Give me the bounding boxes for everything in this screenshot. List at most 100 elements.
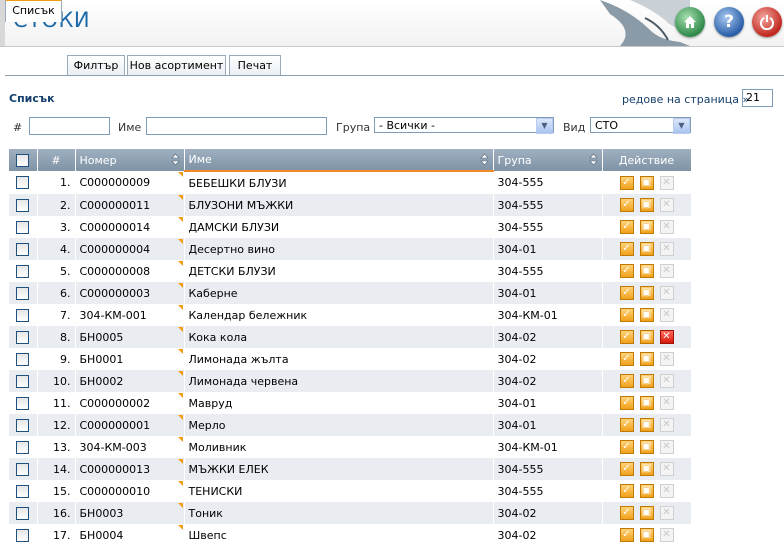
row-checkbox[interactable]	[16, 484, 30, 498]
tab-print[interactable]: Печат	[229, 55, 281, 76]
sort-icon[interactable]	[479, 153, 489, 166]
filter-name-input[interactable]	[146, 117, 327, 135]
edit-icon[interactable]: ✓	[619, 484, 634, 498]
row-code[interactable]: БН0003	[75, 502, 185, 524]
home-button[interactable]	[675, 7, 705, 37]
table-row[interactable]: 17. БН0004 Швепс 304-02 ✓ ▣ ✕	[9, 524, 692, 546]
edit-icon[interactable]: ✓	[619, 440, 634, 454]
row-name[interactable]: МЪЖКИ ЕЛЕК	[184, 458, 494, 480]
row-code[interactable]: БН0002	[75, 370, 185, 392]
row-name[interactable]: Мавруд	[184, 392, 494, 414]
row-checkbox[interactable]	[16, 440, 30, 454]
row-checkbox[interactable]	[16, 330, 30, 344]
row-name[interactable]: Кока кола	[184, 326, 494, 348]
copy-icon[interactable]: ▣	[639, 484, 654, 498]
row-checkbox[interactable]	[16, 374, 30, 388]
row-name[interactable]: Швепс	[184, 524, 494, 546]
copy-icon[interactable]: ▣	[639, 506, 654, 520]
table-row[interactable]: 15. C000000010 ТЕНИСКИ 304-555 ✓ ▣ ✕	[9, 480, 692, 502]
edit-icon[interactable]: ✓	[619, 220, 634, 234]
row-name[interactable]: БЕБЕШКИ БЛУЗИ	[184, 171, 494, 194]
row-checkbox[interactable]	[16, 220, 30, 234]
row-code[interactable]: БН0005	[75, 326, 185, 348]
row-code[interactable]: C000000001	[75, 414, 185, 436]
row-checkbox[interactable]	[16, 176, 30, 190]
sort-icon[interactable]	[170, 153, 180, 166]
edit-icon[interactable]: ✓	[619, 198, 634, 212]
column-header-code[interactable]: Номер	[75, 149, 185, 171]
row-checkbox[interactable]	[16, 198, 30, 212]
power-button[interactable]	[752, 7, 782, 37]
edit-icon[interactable]: ✓	[619, 352, 634, 366]
edit-icon[interactable]: ✓	[619, 330, 634, 344]
table-row[interactable]: 11. C000000002 Мавруд 304-01 ✓ ▣ ✕	[9, 392, 692, 414]
row-code[interactable]: БН0001	[75, 348, 185, 370]
filter-type-select[interactable]: СТО ▼	[590, 117, 691, 134]
row-name[interactable]: Каберне	[184, 282, 494, 304]
edit-icon[interactable]: ✓	[619, 175, 634, 190]
row-code[interactable]: БН0004	[75, 524, 185, 546]
row-code[interactable]: C000000002	[75, 392, 185, 414]
copy-icon[interactable]: ▣	[639, 175, 654, 190]
table-row[interactable]: 10. БН0002 Лимонада червена 304-02 ✓ ▣ ✕	[9, 370, 692, 392]
table-row[interactable]: 2. C000000011 БЛУЗОНИ МЪЖКИ 304-555 ✓ ▣ ✕	[9, 194, 692, 216]
row-checkbox[interactable]	[16, 528, 30, 542]
copy-icon[interactable]: ▣	[639, 528, 654, 542]
table-row[interactable]: 13. 304-КМ-003 Моливник 304-КМ-01 ✓ ▣ ✕	[9, 436, 692, 458]
chevron-down-icon[interactable]: ▼	[673, 118, 690, 134]
row-name[interactable]: Мерло	[184, 414, 494, 436]
row-checkbox[interactable]	[16, 418, 30, 432]
row-code[interactable]: C000000014	[75, 216, 185, 238]
copy-icon[interactable]: ▣	[639, 220, 654, 234]
copy-icon[interactable]: ▣	[639, 462, 654, 476]
row-name[interactable]: Десертно вино	[184, 238, 494, 260]
table-row[interactable]: 16. БН0003 Тоник 304-02 ✓ ▣ ✕	[9, 502, 692, 524]
edit-icon[interactable]: ✓	[619, 418, 634, 432]
tab-new-assortment[interactable]: Нов асортимент	[127, 55, 226, 76]
row-checkbox[interactable]	[16, 242, 30, 256]
copy-icon[interactable]: ▣	[639, 242, 654, 256]
row-name[interactable]: Календар бележник	[184, 304, 494, 326]
row-name[interactable]: Лимонада червена	[184, 370, 494, 392]
row-code[interactable]: C000000010	[75, 480, 185, 502]
row-code[interactable]: 304-КМ-003	[75, 436, 185, 458]
select-all-checkbox[interactable]	[16, 153, 30, 167]
filter-num-input[interactable]	[29, 117, 110, 135]
table-row[interactable]: 14. C000000013 МЪЖКИ ЕЛЕК 304-555 ✓ ▣ ✕	[9, 458, 692, 480]
copy-icon[interactable]: ▣	[639, 198, 654, 212]
row-checkbox[interactable]	[16, 396, 30, 410]
row-checkbox[interactable]	[16, 462, 30, 476]
table-row[interactable]: 9. БН0001 Лимонада жълта 304-02 ✓ ▣ ✕	[9, 348, 692, 370]
copy-icon[interactable]: ▣	[639, 374, 654, 388]
edit-icon[interactable]: ✓	[619, 506, 634, 520]
row-name[interactable]: БЛУЗОНИ МЪЖКИ	[184, 194, 494, 216]
table-row[interactable]: 12. C000000001 Мерло 304-01 ✓ ▣ ✕	[9, 414, 692, 436]
chevron-down-icon[interactable]: ▼	[536, 118, 553, 134]
help-button[interactable]: ?	[714, 7, 744, 37]
row-name[interactable]: Лимонада жълта	[184, 348, 494, 370]
row-checkbox[interactable]	[16, 308, 30, 322]
copy-icon[interactable]: ▣	[639, 418, 654, 432]
row-code[interactable]: C000000009	[75, 171, 185, 194]
copy-icon[interactable]: ▣	[639, 286, 654, 300]
edit-icon[interactable]: ✓	[619, 528, 634, 542]
table-row[interactable]: 1. C000000009 БЕБЕШКИ БЛУЗИ 304-555 ✓ ▣ ✕	[9, 171, 692, 194]
row-code[interactable]: 304-КМ-001	[75, 304, 185, 326]
edit-icon[interactable]: ✓	[619, 462, 634, 476]
tab-list[interactable]: Списък	[5, 0, 62, 22]
copy-icon[interactable]: ▣	[639, 352, 654, 366]
edit-icon[interactable]: ✓	[619, 242, 634, 256]
edit-icon[interactable]: ✓	[619, 308, 634, 322]
sort-icon[interactable]	[588, 153, 598, 166]
table-row[interactable]: 6. C000000003 Каберне 304-01 ✓ ▣ ✕	[9, 282, 692, 304]
copy-icon[interactable]: ▣	[639, 264, 654, 278]
table-row[interactable]: 4. C000000004 Десертно вино 304-01 ✓ ▣ ✕	[9, 238, 692, 260]
row-checkbox[interactable]	[16, 286, 30, 300]
table-row[interactable]: 8. БН0005 Кока кола 304-02 ✓ ▣ ✕	[9, 326, 692, 348]
row-code[interactable]: C000000011	[75, 194, 185, 216]
copy-icon[interactable]: ▣	[639, 308, 654, 322]
copy-icon[interactable]: ▣	[639, 330, 654, 344]
edit-icon[interactable]: ✓	[619, 396, 634, 410]
row-checkbox[interactable]	[16, 506, 30, 520]
row-name[interactable]: Тоник	[184, 502, 494, 524]
